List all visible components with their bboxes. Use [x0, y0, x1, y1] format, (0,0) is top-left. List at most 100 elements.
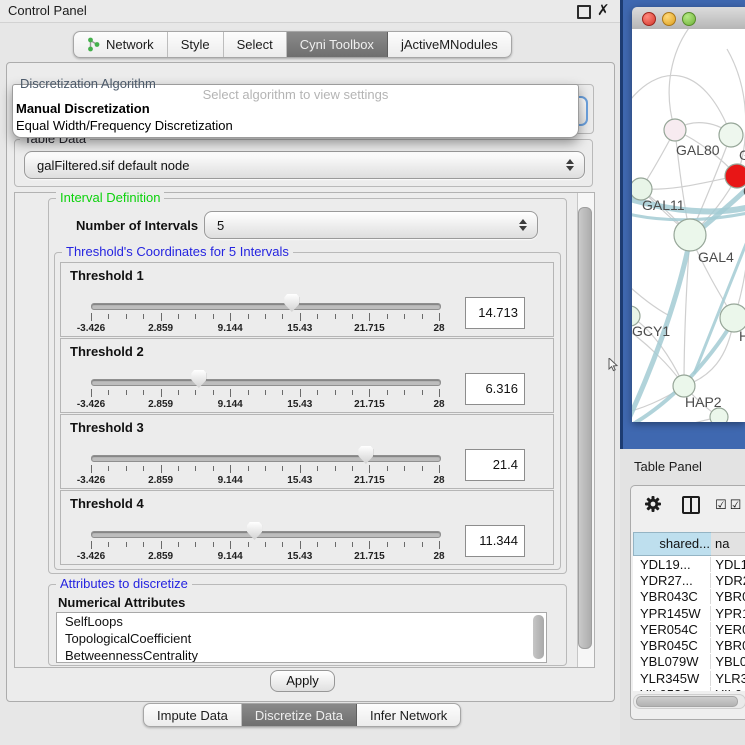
threshold-value-field[interactable]: 6.316 — [465, 373, 525, 405]
slider-tick — [404, 390, 405, 395]
tab-impute-data[interactable]: Impute Data — [144, 704, 242, 726]
table-cell[interactable]: YLR3 — [711, 671, 745, 686]
table-cell[interactable]: YBR0 — [711, 638, 745, 653]
slider-tick-label: -3.426 — [77, 551, 105, 562]
horizontal-scrollbar[interactable] — [633, 694, 745, 709]
slider-track[interactable] — [91, 455, 441, 462]
slider-tick-label: -3.426 — [77, 399, 105, 410]
network-canvas[interactable]: GAL80GACGAL11GAL4GCY1HHAP2 — [632, 29, 745, 422]
table-cell[interactable]: YIL052C — [633, 687, 711, 691]
table-cell[interactable]: YER0 — [711, 622, 745, 637]
network-node[interactable] — [710, 408, 728, 422]
apply-button[interactable]: Apply — [270, 670, 335, 692]
float-window-icon[interactable] — [577, 5, 591, 19]
list-item[interactable]: SelfLoops — [57, 613, 546, 630]
table-cell[interactable]: YER054C — [633, 622, 711, 637]
table-cell[interactable]: YPR1 — [711, 606, 745, 621]
node-table[interactable]: YDL19...YDL1YDR27...YDR2YBR043CYBR0YPR14… — [633, 556, 745, 691]
table-row[interactable]: YPR145WYPR1 — [633, 605, 745, 621]
tab-infer-network[interactable]: Infer Network — [357, 704, 460, 726]
slider-track[interactable] — [91, 379, 441, 386]
table-row[interactable]: YER054CYER0 — [633, 621, 745, 637]
threshold-value-field[interactable]: 14.713 — [465, 297, 525, 329]
slider-tick — [143, 390, 144, 395]
vertical-scrollbar[interactable] — [577, 193, 594, 667]
tab-network[interactable]: Network — [74, 32, 168, 57]
network-window-titlebar[interactable] — [632, 7, 745, 30]
network-node[interactable] — [719, 123, 743, 147]
slider-track[interactable] — [91, 531, 441, 538]
node-label: GAL80 — [676, 142, 720, 158]
table-row[interactable]: YBR045CYBR0 — [633, 637, 745, 653]
tab-select[interactable]: Select — [224, 32, 287, 57]
table-cell[interactable]: YDL19... — [633, 557, 711, 572]
tab-style[interactable]: Style — [168, 32, 224, 57]
algorithm-dropdown-popup: Select algorithm to view settings Manual… — [12, 84, 579, 138]
table-cell[interactable]: YBR045C — [633, 638, 711, 653]
tab-label: Select — [237, 37, 273, 52]
close-traffic-light[interactable] — [642, 12, 656, 26]
network-node[interactable] — [674, 219, 706, 251]
list-item[interactable]: BetweennessCentrality — [57, 647, 546, 663]
table-cell[interactable]: YIL0 — [711, 687, 745, 691]
table-cell[interactable]: YDL1 — [711, 557, 745, 572]
threshold-4-panel: Threshold 4 -3.4262.8599.14415.4321.7152… — [60, 490, 554, 565]
horizontal-scrollbar-thumb[interactable] — [636, 696, 738, 707]
table-cell[interactable]: YBL079W — [633, 654, 711, 669]
zoom-traffic-light[interactable] — [682, 12, 696, 26]
table-row[interactable]: YBR043CYBR0 — [633, 589, 745, 605]
attributes-group-title: Attributes to discretize — [56, 577, 192, 591]
slider-tick — [317, 542, 318, 547]
slider-tick-label: 21.715 — [354, 475, 385, 486]
popup-item-equal-width-frequency[interactable]: Equal Width/Frequency Discretization — [16, 118, 233, 133]
network-node[interactable] — [725, 164, 745, 188]
table-toolbar: ☑☑ — [631, 486, 745, 528]
table-row[interactable]: YBL079WYBL0 — [633, 654, 745, 670]
column-checkboxes-icon[interactable]: ☑☑ — [715, 497, 744, 513]
tab-jactivemnodules[interactable]: jActiveMNodules — [388, 32, 511, 57]
column-header-name[interactable]: na — [711, 532, 745, 556]
table-cell[interactable]: YBR0 — [711, 589, 745, 604]
table-row[interactable]: YDR27...YDR2 — [633, 572, 745, 588]
column-header-shared-name[interactable]: shared... — [633, 532, 717, 556]
split-columns-icon[interactable] — [682, 496, 700, 514]
list-scrollbar-thumb[interactable] — [533, 615, 544, 659]
table-cell[interactable]: YPR145W — [633, 606, 711, 621]
vertical-scrollbar-thumb[interactable] — [578, 207, 592, 649]
slider-tick — [404, 314, 405, 319]
network-window[interactable]: GAL80GACGAL11GAL4GCY1HHAP2 — [632, 7, 745, 422]
table-cell[interactable]: YBR043C — [633, 589, 711, 604]
threshold-value-field[interactable]: 11.344 — [465, 525, 525, 557]
numerical-attributes-list[interactable]: SelfLoops TopologicalCoefficient Between… — [56, 612, 547, 663]
number-of-intervals-combobox[interactable]: 5 — [204, 211, 538, 239]
slider-tick — [161, 313, 162, 321]
tab-discretize-data[interactable]: Discretize Data — [242, 704, 357, 726]
slider-tick — [248, 314, 249, 319]
slider-tick — [422, 390, 423, 395]
table-cell[interactable]: YDR2 — [711, 573, 745, 588]
interval-definition-title: Interval Definition — [56, 191, 164, 205]
list-item[interactable]: TopologicalCoefficient — [57, 630, 546, 647]
slider-tick — [439, 313, 440, 321]
slider-tick-label: 28 — [433, 551, 444, 562]
close-icon[interactable]: ✗ — [597, 1, 610, 19]
table-row[interactable]: YLR345WYLR3 — [633, 670, 745, 686]
gear-icon[interactable] — [644, 495, 662, 516]
threshold-1-panel: Threshold 1 -3.4262.8599.14415.4321.7152… — [60, 262, 554, 337]
minimize-traffic-light[interactable] — [662, 12, 676, 26]
table-row[interactable]: YDL19...YDL1 — [633, 556, 745, 572]
slider-tick — [352, 390, 353, 395]
table-panel: ☑☑ shared... na YDL19...YDL1YDR27...YDR2… — [630, 485, 745, 720]
slider-track[interactable] — [91, 303, 441, 310]
table-row[interactable]: YIL052CYIL0 — [633, 686, 745, 691]
table-cell[interactable]: YBL0 — [711, 654, 745, 669]
popup-item-manual-discretization[interactable]: Manual Discretization — [16, 101, 150, 116]
network-node[interactable] — [664, 119, 686, 141]
table-cell[interactable]: YDR27... — [633, 573, 711, 588]
table-data-combobox[interactable]: galFiltered.sif default node — [24, 151, 585, 179]
slider-tick — [248, 542, 249, 547]
threshold-value-field[interactable]: 21.4 — [465, 449, 525, 481]
slider-tick — [108, 466, 109, 471]
table-cell[interactable]: YLR345W — [633, 671, 711, 686]
tab-cyni-toolbox[interactable]: Cyni Toolbox — [287, 32, 388, 57]
